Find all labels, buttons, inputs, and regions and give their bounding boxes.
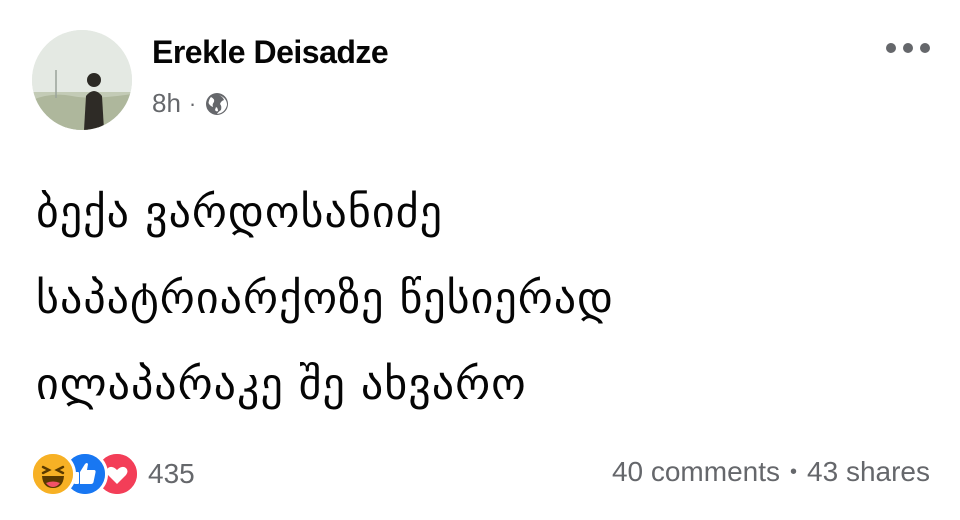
stats-separator: • <box>790 460 798 483</box>
shares-count[interactable]: 43 shares <box>807 456 930 488</box>
dot <box>920 43 930 53</box>
dot <box>886 43 896 53</box>
haha-icon <box>30 451 76 497</box>
facebook-post: Erekle Deisadze 8h · ბექა ვარდოსანიძე სა… <box>0 0 960 520</box>
post-text: ბექა ვარდოსანიძე საპატრიარქოზე წესიერად … <box>36 170 916 428</box>
post-meta: 8h · <box>152 88 230 119</box>
meta-separator: · <box>188 90 197 116</box>
post-text-line: ილაპარაკე შე ახვარო <box>36 359 527 410</box>
post-text-line: ბექა ვარდოსანიძე <box>36 187 443 238</box>
reaction-count[interactable]: 435 <box>148 458 195 490</box>
post-text-line: საპატრიარქოზე წესიერად <box>36 273 615 324</box>
avatar[interactable] <box>32 30 132 130</box>
avatar-photo <box>32 30 132 130</box>
more-options-icon[interactable] <box>886 36 930 60</box>
reactions-summary[interactable]: 435 <box>30 450 195 498</box>
dot <box>903 43 913 53</box>
globe-icon[interactable] <box>204 91 230 117</box>
post-time[interactable]: 8h <box>152 88 181 119</box>
post-stats: 40 comments • 43 shares <box>612 456 930 488</box>
comments-count[interactable]: 40 comments <box>612 456 780 488</box>
author-name[interactable]: Erekle Deisadze <box>152 34 389 71</box>
